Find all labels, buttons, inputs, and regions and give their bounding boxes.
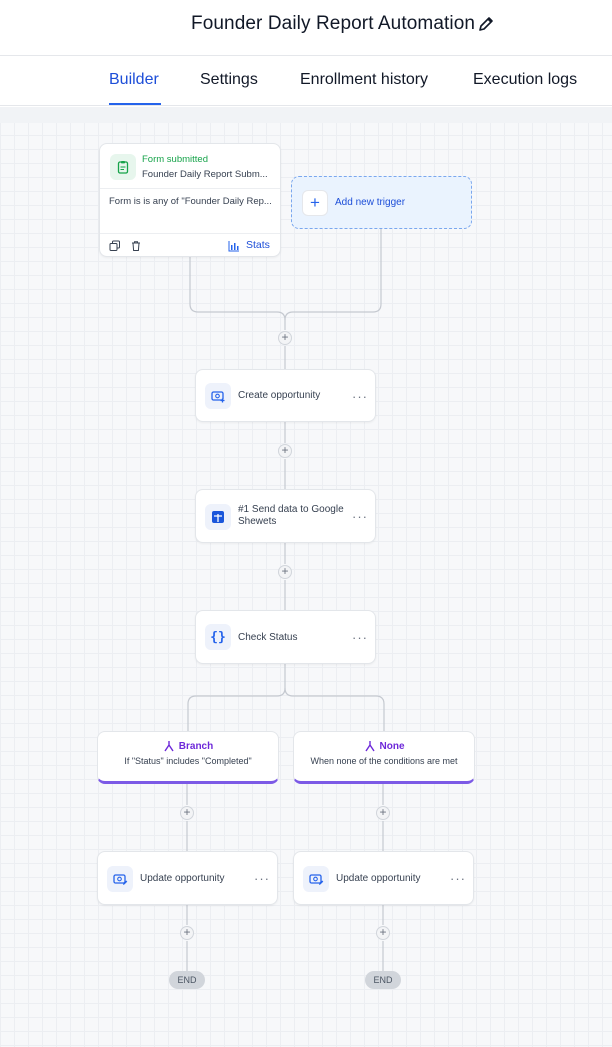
action-card-create-opportunity[interactable]: Create opportunity ··· <box>195 369 376 422</box>
more-options-icon[interactable]: ··· <box>352 631 368 644</box>
add-step-button[interactable]: + <box>376 926 390 940</box>
trash-icon[interactable] <box>130 239 142 251</box>
action-card-check-status[interactable]: {} Check Status ··· <box>195 610 376 664</box>
bar-chart-icon[interactable] <box>228 239 240 252</box>
opportunity-add-icon <box>205 383 231 409</box>
add-step-button[interactable]: + <box>376 806 390 820</box>
add-step-button[interactable]: + <box>278 331 292 345</box>
workflow-canvas[interactable] <box>0 107 612 1047</box>
branch-card-none[interactable]: None When none of the conditions are met <box>293 731 475 784</box>
action-card-update-opportunity[interactable]: Update opportunity ··· <box>293 851 474 905</box>
action-label: Check Status <box>238 632 298 643</box>
trigger-condition: Form is is any of "Founder Daily Rep... <box>109 196 272 207</box>
action-label: Create opportunity <box>238 390 321 401</box>
header-bar: Founder Daily Report Automation <box>0 0 612 56</box>
add-trigger-label: Add new trigger <box>335 197 406 208</box>
workflow-title: Founder Daily Report Automation <box>191 13 476 34</box>
trigger-card[interactable]: Form submitted Founder Daily Report Subm… <box>99 143 281 257</box>
plus-icon: + <box>302 190 328 216</box>
active-tab-indicator <box>109 103 161 105</box>
branch-title: None <box>379 740 405 752</box>
tab-enrollment-history[interactable]: Enrollment history <box>300 71 428 89</box>
action-label: Update opportunity <box>336 873 421 884</box>
branch-icon <box>164 741 174 752</box>
stats-link[interactable]: Stats <box>246 239 270 251</box>
tab-bar: Builder Settings Enrollment history Exec… <box>0 56 612 106</box>
action-label: Update opportunity <box>140 873 225 884</box>
trigger-title: Form submitted <box>142 154 208 165</box>
google-sheets-icon <box>205 504 231 530</box>
more-options-icon[interactable]: ··· <box>352 510 368 523</box>
end-marker: END <box>365 971 401 989</box>
action-card-update-opportunity[interactable]: Update opportunity ··· <box>97 851 278 905</box>
tab-builder[interactable]: Builder <box>109 71 159 89</box>
add-step-button[interactable]: + <box>278 565 292 579</box>
clipboard-icon <box>110 154 136 180</box>
trigger-subtitle: Founder Daily Report Subm... <box>142 169 268 180</box>
end-marker: END <box>169 971 205 989</box>
more-options-icon[interactable]: ··· <box>254 872 270 885</box>
add-step-button[interactable]: + <box>180 926 194 940</box>
tab-execution-logs[interactable]: Execution logs <box>473 71 577 89</box>
branch-card[interactable]: Branch If "Status" includes "Completed" <box>97 731 279 784</box>
add-trigger-button[interactable]: + Add new trigger <box>291 176 472 229</box>
trigger-divider <box>100 188 280 189</box>
more-options-icon[interactable]: ··· <box>352 390 368 403</box>
action-card-google-sheets[interactable]: #1 Send data to Google Shewets ··· <box>195 489 376 543</box>
trigger-footer-divider <box>100 233 280 234</box>
branch-title: Branch <box>178 740 214 752</box>
more-options-icon[interactable]: ··· <box>450 872 466 885</box>
branch-icon <box>364 741 375 752</box>
action-label: #1 Send data to Google Shewets <box>238 504 344 527</box>
pencil-icon[interactable] <box>476 14 496 34</box>
add-step-button[interactable]: + <box>278 444 292 458</box>
branch-condition: When none of the conditions are met <box>310 756 458 766</box>
tab-settings[interactable]: Settings <box>200 71 258 89</box>
canvas-top-strip <box>0 107 612 123</box>
copy-icon[interactable] <box>109 239 121 251</box>
branch-condition: If "Status" includes "Completed" <box>124 756 252 766</box>
opportunity-edit-icon <box>107 866 133 892</box>
add-step-button[interactable]: + <box>180 806 194 820</box>
opportunity-edit-icon <box>303 866 329 892</box>
code-braces-icon: {} <box>205 624 231 650</box>
